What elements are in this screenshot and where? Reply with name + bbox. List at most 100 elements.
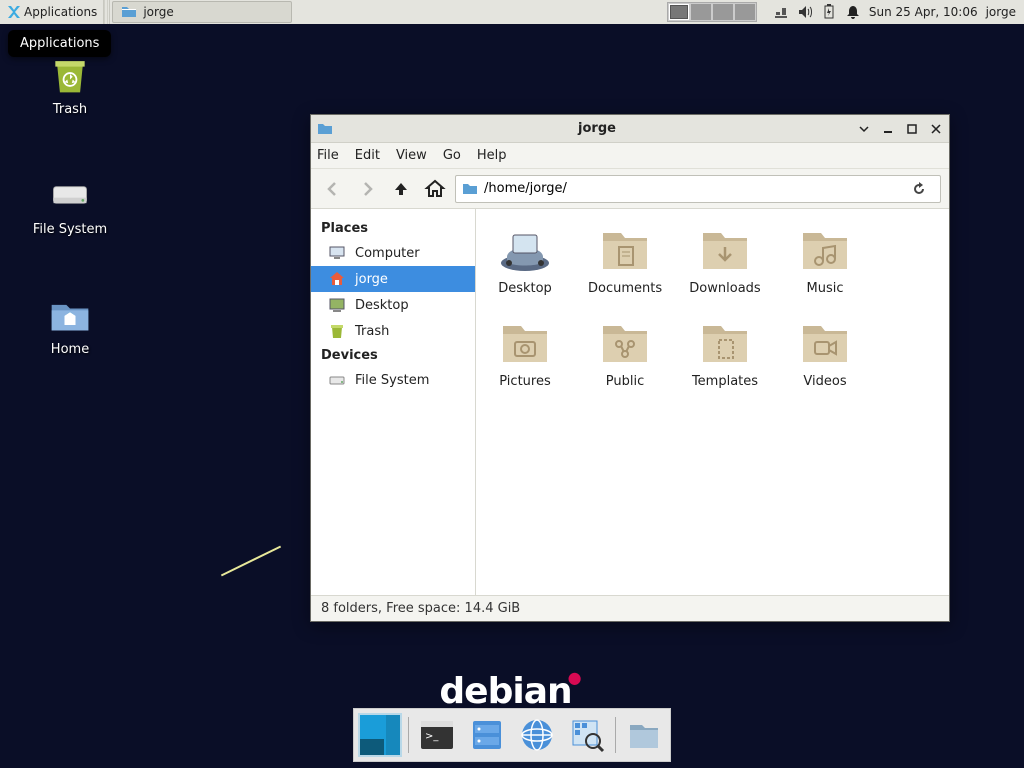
folder-music[interactable]: Music <box>788 221 862 296</box>
workspace-4[interactable] <box>735 4 755 20</box>
sidebar-item-desktop[interactable]: Desktop <box>311 292 475 318</box>
panel-right: Sun 25 Apr, 10:06 jorge <box>667 0 1024 24</box>
desktop-icon-home-label: Home <box>20 342 120 357</box>
sidebar-item-computer[interactable]: Computer <box>311 240 475 266</box>
path-bar[interactable]: /home/jorge/ <box>455 175 941 203</box>
statusbar: 8 folders, Free space: 14.4 GiB <box>311 595 949 621</box>
user-label[interactable]: jorge <box>986 5 1016 19</box>
parent-button[interactable] <box>387 175 415 203</box>
panel-separator <box>104 0 110 24</box>
sidebar-item-jorge[interactable]: jorge <box>311 266 475 292</box>
menu-help[interactable]: Help <box>477 148 507 163</box>
dock-file-manager[interactable] <box>465 713 509 757</box>
music-folder-icon <box>797 221 853 277</box>
folder-label: Desktop <box>488 281 562 296</box>
pictures-folder-icon <box>497 314 553 370</box>
window-title: jorge <box>337 121 857 136</box>
status-text: 8 folders, Free space: 14.4 GiB <box>321 601 520 616</box>
public-folder-icon <box>597 314 653 370</box>
menu-file[interactable]: File <box>317 148 339 163</box>
folder-label: Downloads <box>688 281 762 296</box>
file-manager-window: jorge File Edit View Go Help /home/jorge… <box>310 114 950 622</box>
volume-icon[interactable] <box>797 4 813 20</box>
debian-swirl-icon: ● <box>568 668 581 687</box>
folder-downloads[interactable]: Downloads <box>688 221 762 296</box>
sidebar-item-label: Trash <box>355 324 389 339</box>
toolbar: /home/jorge/ <box>311 169 949 209</box>
menu-go[interactable]: Go <box>443 148 461 163</box>
desktop-icon-home[interactable]: Home <box>20 290 120 357</box>
battery-icon[interactable] <box>821 4 837 20</box>
reload-button[interactable] <box>910 177 934 201</box>
sidebar-devices-header: Devices <box>311 344 475 367</box>
folder-label: Documents <box>588 281 662 296</box>
folder-videos[interactable]: Videos <box>788 314 862 389</box>
dock-terminal[interactable]: >_ <box>415 713 459 757</box>
dock-directory[interactable] <box>622 713 666 757</box>
window-body: Places Computer jorge Desktop Trash Devi… <box>311 209 949 595</box>
documents-folder-icon <box>597 221 653 277</box>
dock: >_ <box>353 708 671 762</box>
dock-app-finder[interactable] <box>565 713 609 757</box>
debian-text: debian <box>439 671 571 712</box>
minimize-button[interactable] <box>881 122 895 136</box>
folder-documents[interactable]: Documents <box>588 221 662 296</box>
sidebar: Places Computer jorge Desktop Trash Devi… <box>311 209 476 595</box>
folder-content[interactable]: Desktop Documents Downloads Music Pictur… <box>476 209 949 595</box>
clock[interactable]: Sun 25 Apr, 10:06 <box>869 5 978 19</box>
workspace-1[interactable] <box>669 4 689 20</box>
trash-icon <box>46 50 94 98</box>
home-button[interactable] <box>421 175 449 203</box>
home-icon <box>327 269 347 289</box>
sidebar-item-label: jorge <box>355 272 388 287</box>
menu-view[interactable]: View <box>396 148 427 163</box>
drive-icon <box>46 170 94 218</box>
folder-label: Pictures <box>488 374 562 389</box>
sidebar-item-filesystem[interactable]: File System <box>311 367 475 393</box>
network-icon[interactable] <box>773 4 789 20</box>
workspace-switcher[interactable] <box>667 2 757 22</box>
sidebar-places-header: Places <box>311 217 475 240</box>
applications-menu-button[interactable]: Applications <box>0 0 104 24</box>
folder-public[interactable]: Public <box>588 314 662 389</box>
window-controls <box>857 122 943 136</box>
applications-menu-label: Applications <box>24 5 97 19</box>
maximize-button[interactable] <box>905 122 919 136</box>
workspace-2[interactable] <box>691 4 711 20</box>
top-panel: Applications jorge Sun 25 Apr, 10:06 jor… <box>0 0 1024 24</box>
decorative-line <box>221 546 281 577</box>
workspace-3[interactable] <box>713 4 733 20</box>
folder-icon <box>462 181 478 197</box>
forward-button[interactable] <box>353 175 381 203</box>
svg-text:>_: >_ <box>425 731 439 742</box>
notification-bell-icon[interactable] <box>845 4 861 20</box>
folder-label: Templates <box>688 374 762 389</box>
menubar: File Edit View Go Help <box>311 143 949 169</box>
sidebar-item-trash[interactable]: Trash <box>311 318 475 344</box>
drive-icon <box>327 370 347 390</box>
window-menu-button[interactable] <box>857 122 871 136</box>
desktop-icon-trash[interactable]: Trash <box>20 50 120 117</box>
folder-templates[interactable]: Templates <box>688 314 762 389</box>
computer-icon <box>327 243 347 263</box>
desktop-icon-filesystem[interactable]: File System <box>20 170 120 237</box>
folder-desktop[interactable]: Desktop <box>488 221 562 296</box>
sidebar-item-label: Computer <box>355 246 420 261</box>
folder-icon <box>121 4 137 20</box>
dock-separator <box>408 717 409 753</box>
home-folder-icon <box>46 290 94 338</box>
taskbar-window-button[interactable]: jorge <box>112 1 292 23</box>
downloads-folder-icon <box>697 221 753 277</box>
back-button[interactable] <box>319 175 347 203</box>
close-button[interactable] <box>929 122 943 136</box>
window-titlebar[interactable]: jorge <box>311 115 949 143</box>
folder-pictures[interactable]: Pictures <box>488 314 562 389</box>
dock-show-desktop[interactable] <box>358 713 402 757</box>
folder-icon <box>317 121 333 137</box>
desktop-icon-trash-label: Trash <box>20 102 120 117</box>
dock-web-browser[interactable] <box>515 713 559 757</box>
desktop-icon-filesystem-label: File System <box>20 222 120 237</box>
sidebar-item-label: File System <box>355 373 429 388</box>
xfce-logo-icon <box>6 4 22 20</box>
menu-edit[interactable]: Edit <box>355 148 380 163</box>
